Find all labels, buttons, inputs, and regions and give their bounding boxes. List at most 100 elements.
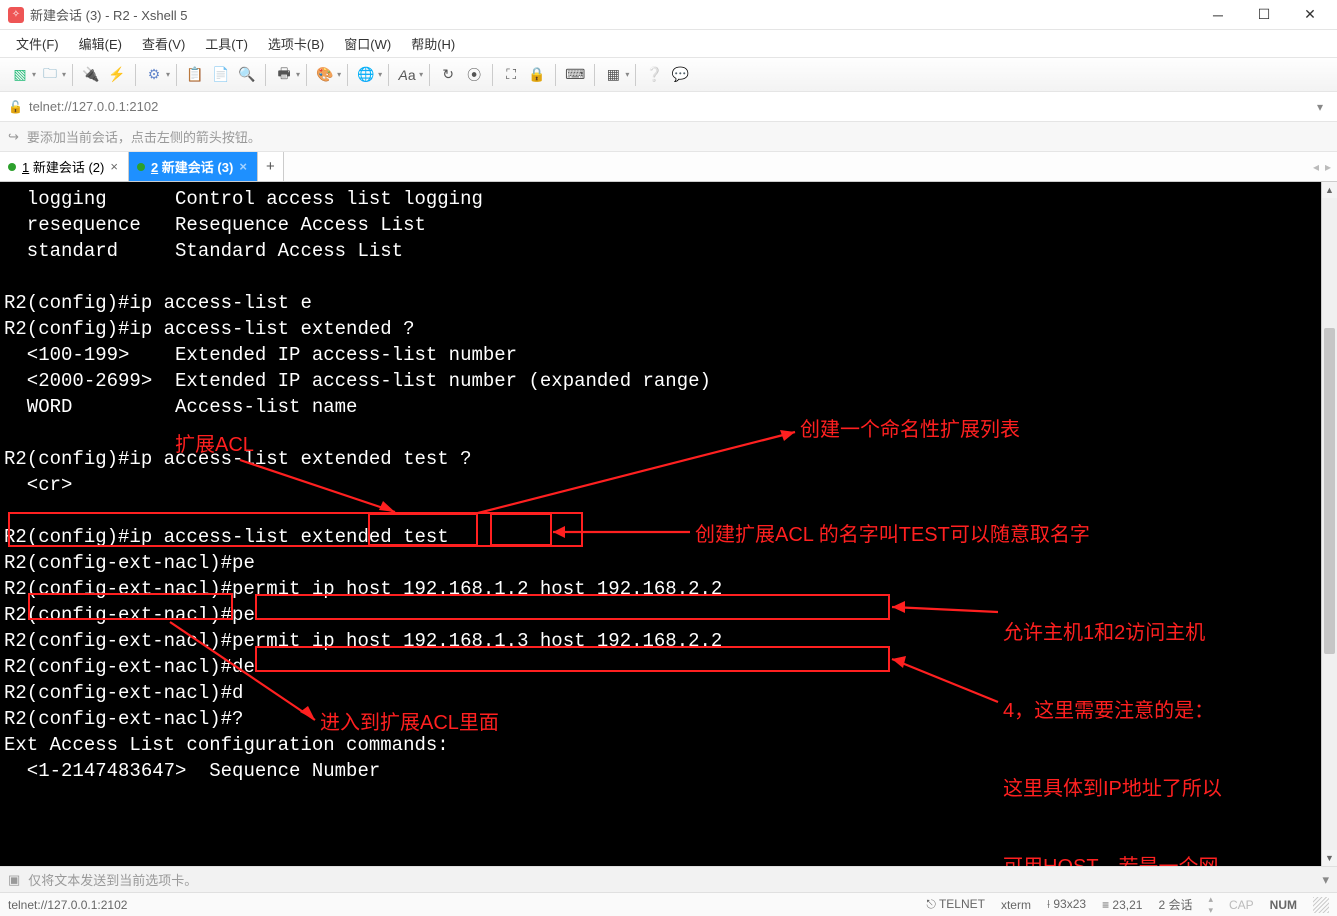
color-button[interactable]: 🎨 <box>313 63 337 87</box>
menu-tools[interactable]: 工具(T) <box>197 31 256 56</box>
anno-label-line: 允许主机1和2访问主机 <box>1003 620 1313 646</box>
keyboard-button[interactable]: ⌨ <box>562 63 588 87</box>
term-line: R2(config)#ip access-list extended ? <box>4 318 414 340</box>
send-mode-label: 仅将文本发送到当前选项卡。 <box>28 870 197 889</box>
send-mode-icon[interactable]: ▣ <box>8 872 20 888</box>
address-dropdown-icon[interactable]: ▾ <box>1311 100 1329 114</box>
copy-button[interactable]: 📋 <box>183 63 207 87</box>
open-button[interactable]: 🗀 <box>38 63 62 87</box>
term-line: resequence Resequence Access List <box>4 214 426 236</box>
scroll-thumb[interactable] <box>1324 328 1335 654</box>
term-line: logging Control access list logging <box>4 188 483 210</box>
chat-button[interactable]: 💬 <box>668 63 692 87</box>
term-line: R2(config)#ip access-list e <box>4 292 312 314</box>
term-line: Ext Access List configuration commands: <box>4 734 449 756</box>
anno-label-test-name: 创建扩展ACL 的名字叫TEST可以随意取名字 <box>695 522 1090 548</box>
anno-label-line: 4，这里需要注意的是： <box>1003 698 1313 724</box>
status-sessions-updown-icon[interactable]: ▴▾ <box>1208 894 1213 916</box>
anno-label-permit-explain: 允许主机1和2访问主机 4，这里需要注意的是： 这里具体到IP地址了所以 可用H… <box>1003 568 1313 866</box>
anno-label-line: 可用HOST，若是一个网 <box>1003 854 1313 866</box>
status-cursor-pos: ≡ 23,21 <box>1102 898 1142 912</box>
terminal-area: logging Control access list logging rese… <box>0 182 1337 866</box>
maximize-button[interactable]: ☐ <box>1241 0 1287 30</box>
menu-bar: 文件(F) 编辑(E) 查看(V) 工具(T) 选项卡(B) 窗口(W) 帮助(… <box>0 30 1337 58</box>
term-line: <100-199> Extended IP access-list number <box>4 344 517 366</box>
close-button[interactable]: ✕ <box>1287 0 1333 30</box>
menu-window[interactable]: 窗口(W) <box>336 31 399 56</box>
session-tab-2[interactable]: 2 新建会话 (3) × <box>129 152 258 181</box>
tab-strip: 1 新建会话 (2) × 2 新建会话 (3) × + ◂ ▸ <box>0 152 1337 182</box>
connect-button[interactable]: 🔌 <box>79 63 103 87</box>
menu-view[interactable]: 查看(V) <box>134 31 193 56</box>
term-line: <cr> <box>4 474 72 496</box>
refresh-button[interactable]: ↻ <box>436 63 460 87</box>
status-capslock: CAP <box>1229 898 1254 912</box>
anno-label-create-named: 创建一个命名性扩展列表 <box>800 417 1020 443</box>
menu-file[interactable]: 文件(F) <box>8 31 67 56</box>
disconnect-button[interactable]: ⚡ <box>105 63 129 87</box>
tab-close-icon[interactable]: × <box>239 159 247 174</box>
window-title: 新建会话 (3) - R2 - Xshell 5 <box>30 5 1195 24</box>
status-session-count: 2 会话 <box>1158 896 1192 913</box>
term-line: R2(config)#ip access-list extended test <box>4 526 449 548</box>
term-line: R2(config-ext-nacl)#pe <box>4 604 255 626</box>
terminal-output[interactable]: logging Control access list logging rese… <box>0 182 1321 866</box>
status-numlock: NUM <box>1270 898 1297 912</box>
status-dimensions: ⟊ 93x23 <box>1047 897 1086 912</box>
properties-button[interactable]: ⚙ <box>142 63 166 87</box>
toolbar: ▧▾ 🗀▾ 🔌 ⚡ ⚙▾ 📋 📄 🔍 🖶▾ 🎨▾ 🌐▾ Aa▾ ↻ ⦿ ⛶ 🔒 … <box>0 58 1337 92</box>
session-tab-1[interactable]: 1 新建会话 (2) × <box>0 152 129 181</box>
lock-icon: 🔓 <box>8 100 23 114</box>
window-controls: ─ ☐ ✕ <box>1195 0 1333 30</box>
app-icon: ✧ <box>8 7 24 23</box>
lock-button[interactable]: 🔒 <box>525 63 549 87</box>
new-session-button[interactable]: ▧ <box>8 63 32 87</box>
status-protocol: ⎋ TELNET <box>926 897 985 912</box>
tab-nav-left-icon[interactable]: ◂ <box>1313 160 1319 174</box>
tab-label: 1 新建会话 (2) <box>22 157 104 176</box>
help-button[interactable]: ❔ <box>642 63 666 87</box>
menu-help[interactable]: 帮助(H) <box>403 31 463 56</box>
scroll-down-icon[interactable]: ▼ <box>1322 850 1337 866</box>
font-button[interactable]: Aa <box>395 63 419 87</box>
anno-box-test-word <box>490 513 552 546</box>
tile-button[interactable]: ▦ <box>601 63 625 87</box>
menu-tabs[interactable]: 选项卡(B) <box>260 31 332 56</box>
term-line: R2(config-ext-nacl)#pe <box>4 552 255 574</box>
fullscreen-button[interactable]: ⛶ <box>499 63 523 87</box>
term-line: R2(config-ext-nacl)#permit ip host 192.1… <box>4 630 722 652</box>
hint-strip: ↪ 要添加当前会话，点击左侧的箭头按钮。 <box>0 122 1337 152</box>
globe-button[interactable]: 🌐 <box>354 63 378 87</box>
print-button[interactable]: 🖶 <box>272 63 296 87</box>
new-tab-button[interactable]: + <box>258 152 284 181</box>
minimize-button[interactable]: ─ <box>1195 0 1241 30</box>
resize-grip-icon[interactable] <box>1313 897 1329 913</box>
stop-button[interactable]: ⦿ <box>462 63 486 87</box>
term-line: R2(config)#ip access-list extended test … <box>4 448 471 470</box>
hint-text: 要添加当前会话，点击左侧的箭头按钮。 <box>27 127 261 146</box>
term-line: R2(config-ext-nacl)#d <box>4 682 243 704</box>
scroll-track[interactable] <box>1322 198 1337 850</box>
status-bar: telnet://127.0.0.1:2102 ⎋ TELNET xterm ⟊… <box>0 892 1337 916</box>
terminal-scrollbar[interactable]: ▲ ▼ <box>1321 182 1337 866</box>
search-button[interactable]: 🔍 <box>235 63 259 87</box>
title-bar: ✧ 新建会话 (3) - R2 - Xshell 5 ─ ☐ ✕ <box>0 0 1337 30</box>
tab-status-dot <box>137 163 145 171</box>
input-dropdown-icon[interactable]: ▾ <box>1322 872 1329 888</box>
address-input[interactable]: telnet://127.0.0.1:2102 <box>29 99 1305 114</box>
tab-nav-right-icon[interactable]: ▸ <box>1325 160 1331 174</box>
term-line: <1-2147483647> Sequence Number <box>4 760 380 782</box>
tab-close-icon[interactable]: × <box>110 159 118 174</box>
anno-label-line: 这里具体到IP地址了所以 <box>1003 776 1313 802</box>
hint-arrow-icon[interactable]: ↪ <box>8 129 19 145</box>
tab-status-dot <box>8 163 16 171</box>
menu-edit[interactable]: 编辑(E) <box>71 31 130 56</box>
input-bar: ▣ 仅将文本发送到当前选项卡。 ▾ <box>0 866 1337 892</box>
address-bar: 🔓 telnet://127.0.0.1:2102 ▾ <box>0 92 1337 122</box>
paste-button[interactable]: 📄 <box>209 63 233 87</box>
term-line: R2(config-ext-nacl)#de <box>4 656 255 678</box>
term-line: R2(config-ext-nacl)#permit ip host 192.1… <box>4 578 722 600</box>
tab-label: 2 新建会话 (3) <box>151 157 233 176</box>
scroll-up-icon[interactable]: ▲ <box>1322 182 1337 198</box>
term-line: WORD Access-list name <box>4 396 357 418</box>
